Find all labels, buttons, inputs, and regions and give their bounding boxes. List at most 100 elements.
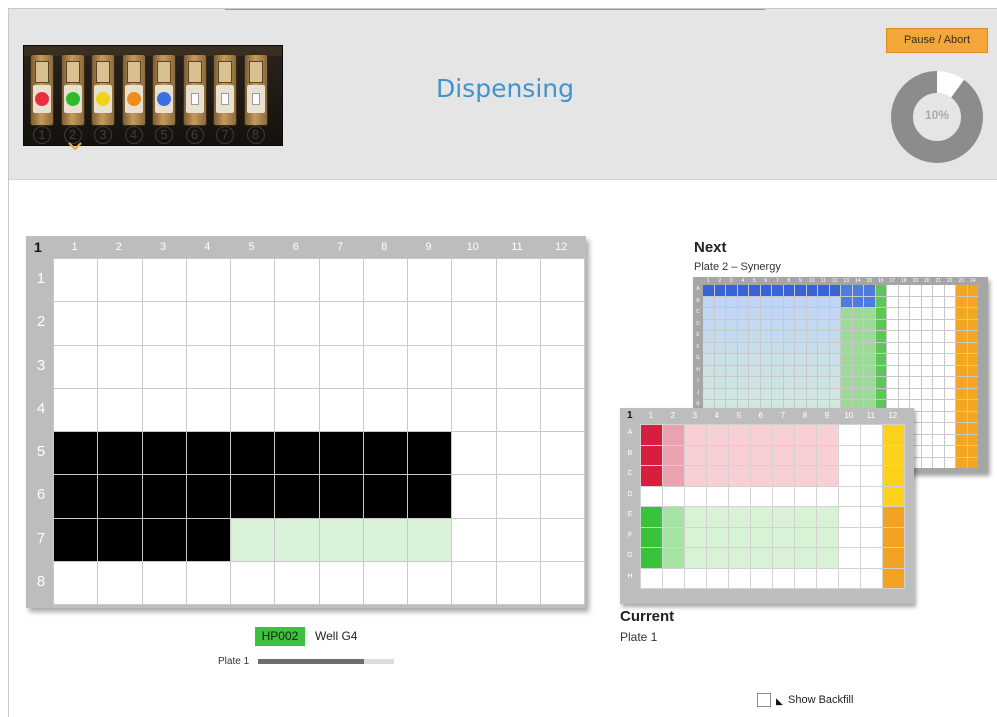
well[interactable] [540,518,584,561]
well[interactable] [452,302,496,345]
well[interactable] [408,475,452,518]
well[interactable] [275,388,319,431]
well[interactable] [54,259,98,302]
well[interactable] [186,345,230,388]
pause-abort-button[interactable]: Pause / Abort [886,28,988,53]
well[interactable] [408,561,452,604]
well[interactable] [363,345,407,388]
well[interactable] [319,432,363,475]
well[interactable] [319,302,363,345]
well[interactable] [408,345,452,388]
well[interactable] [496,388,540,431]
channel-number[interactable]: 6 [185,126,204,144]
well[interactable] [408,388,452,431]
well[interactable] [186,388,230,431]
well[interactable] [186,432,230,475]
well[interactable] [186,518,230,561]
well[interactable] [452,345,496,388]
well[interactable] [540,432,584,475]
well[interactable] [540,475,584,518]
well[interactable] [452,561,496,604]
well[interactable] [540,302,584,345]
well[interactable] [496,561,540,604]
well[interactable] [98,561,142,604]
channel-number[interactable]: 4 [124,126,143,144]
well[interactable] [452,432,496,475]
well[interactable] [98,259,142,302]
well[interactable] [186,259,230,302]
well[interactable] [319,345,363,388]
well[interactable] [98,388,142,431]
well[interactable] [142,518,186,561]
well[interactable] [54,388,98,431]
well[interactable] [496,475,540,518]
well[interactable] [408,518,452,561]
well[interactable] [540,345,584,388]
well[interactable] [186,475,230,518]
well[interactable] [98,302,142,345]
well[interactable] [231,475,275,518]
channel-number[interactable]: 1 [33,126,51,144]
well[interactable] [319,561,363,604]
well[interactable] [98,518,142,561]
well[interactable] [98,345,142,388]
well[interactable] [540,561,584,604]
well[interactable] [54,345,98,388]
well[interactable] [98,475,142,518]
channel-number[interactable]: 5 [155,126,173,144]
well[interactable] [275,345,319,388]
well[interactable] [231,259,275,302]
well[interactable] [54,475,98,518]
well[interactable] [496,345,540,388]
well[interactable] [319,518,363,561]
show-backfill-checkbox[interactable] [757,693,771,707]
well[interactable] [142,388,186,431]
well[interactable] [142,259,186,302]
well[interactable] [496,432,540,475]
well[interactable] [275,518,319,561]
channel-number[interactable]: 7 [216,126,234,144]
well[interactable] [275,432,319,475]
well[interactable] [142,432,186,475]
well[interactable] [319,388,363,431]
well[interactable] [231,518,275,561]
well[interactable] [408,432,452,475]
well[interactable] [363,388,407,431]
well[interactable] [275,259,319,302]
well[interactable] [452,259,496,302]
well[interactable] [186,302,230,345]
well[interactable] [496,259,540,302]
well[interactable] [98,432,142,475]
well[interactable] [54,302,98,345]
well[interactable] [319,475,363,518]
well[interactable] [540,259,584,302]
well[interactable] [54,518,98,561]
well[interactable] [363,302,407,345]
well[interactable] [363,432,407,475]
well[interactable] [231,561,275,604]
well[interactable] [452,518,496,561]
well[interactable] [231,345,275,388]
well[interactable] [319,259,363,302]
well[interactable] [275,302,319,345]
channel-number[interactable]: 3 [94,126,112,144]
well[interactable] [408,259,452,302]
well[interactable] [54,561,98,604]
well[interactable] [142,475,186,518]
well[interactable] [452,388,496,431]
well[interactable] [363,561,407,604]
well[interactable] [275,561,319,604]
well[interactable] [540,388,584,431]
well[interactable] [231,388,275,431]
well[interactable] [496,518,540,561]
well[interactable] [231,432,275,475]
well[interactable] [496,302,540,345]
well[interactable] [142,345,186,388]
well[interactable] [142,302,186,345]
channel-number[interactable]: 8 [246,126,265,144]
well[interactable] [186,561,230,604]
well[interactable] [142,561,186,604]
well[interactable] [408,302,452,345]
well[interactable] [363,259,407,302]
well[interactable] [54,432,98,475]
